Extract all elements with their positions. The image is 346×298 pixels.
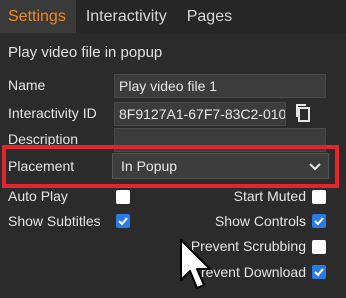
show-controls-checkbox[interactable] [312,214,326,228]
auto-play-checkbox[interactable] [116,190,130,204]
tab-interactivity[interactable]: Interactivity [76,0,177,33]
checkmark-icon [118,217,128,226]
prevent-scrubbing-checkbox[interactable] [312,240,326,254]
copy-icon[interactable] [293,101,315,125]
mouse-pointer-icon [178,238,214,292]
name-label: Name [8,77,46,93]
tab-pages[interactable]: Pages [177,0,242,33]
tab-settings[interactable]: Settings [0,0,76,33]
placement-highlight [2,145,339,188]
start-muted-label: Start Muted [233,188,306,204]
auto-play-label: Auto Play [8,188,68,204]
prevent-download-checkbox[interactable] [312,265,326,279]
name-field[interactable]: Play video file 1 [114,74,326,98]
interactivity-id-field[interactable]: 8F9127A1-67F7-83C2-010 [114,102,286,126]
checkmark-icon [314,217,324,226]
checkmark-icon [314,268,324,277]
tab-bar: Settings Interactivity Pages [0,0,346,33]
show-subtitles-label: Show Subtitles [8,213,101,229]
show-controls-label: Show Controls [214,213,306,229]
show-subtitles-checkbox[interactable] [116,214,130,228]
panel-title: Play video file in popup [8,44,163,61]
interactivity-id-label: Interactivity ID [8,105,97,121]
start-muted-checkbox[interactable] [312,190,326,204]
